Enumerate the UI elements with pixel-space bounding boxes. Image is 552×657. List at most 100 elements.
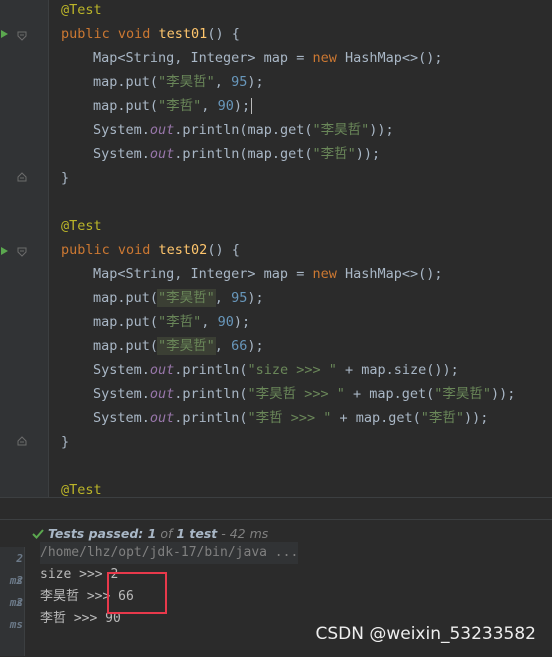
code-line[interactable]: public void test02() { [48, 238, 240, 262]
code-token: map.put( [93, 74, 159, 90]
code-token: } [61, 434, 70, 450]
code-token: "size >>> " [247, 362, 337, 378]
code-line[interactable]: map.put("李昊哲", 95); [48, 286, 264, 310]
code-token: System. [93, 362, 150, 378]
code-token: System. [93, 122, 150, 138]
code-token: "李哲" [158, 98, 202, 114]
code-token: test02 [158, 242, 208, 258]
code-token: void [117, 242, 159, 258]
total-tests: 1 test [176, 526, 218, 541]
code-token: 95 [231, 74, 248, 90]
code-line[interactable]: map.put("李昊哲", 95); [48, 70, 264, 94]
code-token: "李昊哲" [158, 74, 215, 90]
editor-gutter [0, 0, 49, 497]
code-token: Map<String, Integer> map = [93, 266, 313, 282]
code-token: map.put( [93, 314, 159, 330]
code-token: 95 [231, 290, 248, 306]
code-line[interactable]: System.out.println(map.get("李昊哲")); [48, 118, 394, 142]
code-token: "李昊哲" [158, 338, 215, 354]
code-line[interactable]: } [48, 166, 69, 190]
code-token: .println(map.get( [174, 122, 313, 138]
run-test-icon[interactable] [1, 247, 8, 255]
code-token: .println( [174, 410, 248, 426]
text-caret [251, 98, 253, 114]
code-token: public [61, 26, 118, 42]
code-token: () { [207, 26, 240, 42]
code-token: .println( [174, 386, 248, 402]
timing-label: 2 ms [9, 596, 23, 631]
code-token: "李昊哲 >>> " [247, 386, 345, 402]
code-token: "李昊哲" [158, 290, 215, 306]
code-line[interactable] [48, 454, 61, 478]
watermark: CSDN @weixin_53233582 [315, 624, 536, 644]
code-line[interactable]: Map<String, Integer> map = new HashMap<>… [48, 46, 443, 70]
code-token: )); [491, 386, 516, 402]
code-token: , [214, 338, 232, 354]
code-token: .println(map.get( [174, 146, 313, 162]
code-token: System. [93, 410, 150, 426]
code-token: "李哲 >>> " [247, 410, 332, 426]
check-icon [32, 529, 44, 539]
code-line[interactable]: public void test01() { [48, 22, 240, 46]
code-token: "李昊哲" [312, 122, 370, 138]
code-token: out [149, 122, 175, 138]
code-area[interactable]: @Test public void test01() {Map<String, I… [48, 0, 552, 497]
code-line[interactable]: map.put("李哲", 90); [48, 310, 250, 334]
code-token: , [214, 74, 232, 90]
status-label: Tests passed: [48, 526, 148, 541]
highlight-box [107, 572, 167, 614]
java-command[interactable]: /home/lhz/opt/jdk-17/bin/java ... [40, 542, 299, 564]
code-token: @Test [61, 218, 102, 234]
status-of: of [156, 526, 177, 541]
code-line[interactable]: System.out.println("size >>> " + map.siz… [48, 358, 459, 382]
fold-icon[interactable] [17, 172, 27, 182]
code-line[interactable]: System.out.println(map.get("李哲")); [48, 142, 380, 166]
test-timings: 2 ms 2 ms 2 ms [0, 547, 25, 656]
code-token: out [149, 362, 175, 378]
code-token: out [149, 386, 175, 402]
code-token: ); [247, 74, 264, 90]
fold-icon[interactable] [17, 436, 27, 446]
code-token: ); [233, 98, 251, 114]
code-token: + map.get( [344, 386, 435, 402]
code-token: new [312, 266, 345, 282]
code-token: Map<String, Integer> map = [93, 50, 313, 66]
code-token: )); [369, 122, 394, 138]
timing-label: 2 ms [9, 552, 23, 587]
code-line[interactable]: @Test [48, 478, 102, 497]
code-token: "李哲" [312, 146, 356, 162]
code-token: ); [247, 290, 264, 306]
code-line[interactable]: } [48, 430, 69, 454]
fold-icon[interactable] [17, 31, 27, 41]
code-token: ); [247, 338, 264, 354]
code-token: System. [93, 146, 150, 162]
panel-separator[interactable] [0, 497, 552, 520]
code-line[interactable]: @Test [48, 214, 102, 238]
code-token: map.put( [93, 338, 159, 354]
code-line[interactable]: map.put("李哲", 90); [48, 94, 253, 118]
code-line[interactable]: @Test [48, 0, 102, 22]
fold-icon[interactable] [17, 247, 27, 257]
run-test-icon[interactable] [1, 30, 8, 38]
code-token: out [149, 146, 175, 162]
code-token: () { [207, 242, 240, 258]
code-token: "李哲" [158, 314, 202, 330]
code-editor[interactable]: @Test public void test01() {Map<String, I… [0, 0, 552, 497]
code-line[interactable]: System.out.println("李昊哲 >>> " + map.get(… [48, 382, 515, 406]
code-token: System. [93, 386, 150, 402]
code-token: ); [233, 314, 251, 330]
code-token: new [312, 50, 345, 66]
code-token: + map.size()); [336, 362, 459, 378]
code-token: + map.get( [331, 410, 421, 426]
code-line[interactable]: Map<String, Integer> map = new HashMap<>… [48, 262, 443, 286]
code-token: 90 [217, 98, 234, 114]
code-line[interactable]: System.out.println("李哲 >>> " + map.get("… [48, 406, 488, 430]
code-line[interactable] [48, 190, 61, 214]
code-token: out [149, 410, 175, 426]
code-token: )); [464, 410, 489, 426]
code-token: "李哲" [420, 410, 465, 426]
code-token: "李昊哲" [434, 386, 492, 402]
code-token: test01 [158, 26, 208, 42]
code-line[interactable]: map.put("李昊哲", 66); [48, 334, 264, 358]
code-token: .println( [174, 362, 248, 378]
